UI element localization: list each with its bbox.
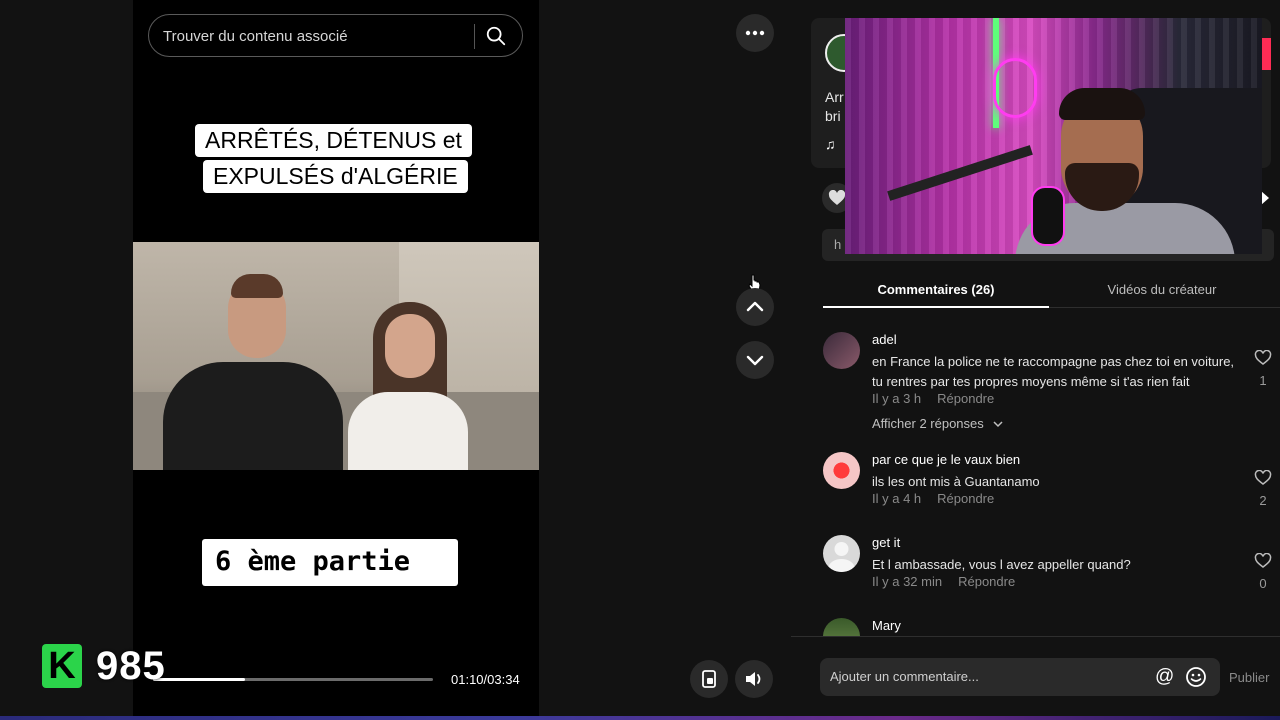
commenter-name[interactable]: get it — [872, 535, 900, 550]
comment-input[interactable]: Ajouter un commentaire... — [830, 669, 979, 684]
comment-meta: Il y a 4 h Répondre — [872, 491, 994, 506]
comment-meta: Il y a 32 min Répondre — [872, 574, 1015, 589]
volume-button[interactable] — [735, 660, 773, 698]
video-time: 01:10/03:34 — [451, 672, 520, 687]
commenter-name[interactable]: Mary — [872, 618, 901, 633]
comment-time: Il y a 32 min — [872, 574, 943, 589]
search-icon[interactable] — [485, 25, 507, 47]
comment-item: Mary — [823, 618, 1280, 636]
video-title-line-1: ARRÊTÉS, DÉTENUS et — [195, 124, 472, 157]
commenter-name[interactable]: adel — [872, 332, 897, 347]
next-video-button[interactable] — [736, 341, 774, 379]
video-player[interactable]: Trouver du contenu associé ARRÊTÉS, DÉTE… — [133, 0, 539, 720]
overlay-badge: K 985 — [42, 642, 166, 690]
chevron-down-small-icon — [993, 421, 1003, 428]
commenter-avatar[interactable] — [823, 535, 860, 572]
commenter-avatar[interactable] — [823, 618, 860, 636]
overlay-counter: 985 — [96, 643, 166, 688]
link-text: h — [834, 237, 842, 252]
heart-outline-icon — [1254, 349, 1272, 365]
commenter-avatar[interactable] — [823, 452, 860, 489]
comment-like[interactable]: 0 — [1252, 552, 1274, 591]
floating-player-icon — [702, 670, 716, 688]
like-count: 0 — [1259, 576, 1267, 591]
comment-text: Et l ambassade, vous l avez appeller qua… — [872, 557, 1131, 572]
search-divider — [474, 24, 475, 49]
commenter-name[interactable]: par ce que je le vaux bien — [872, 452, 1020, 467]
progress-fill — [153, 678, 246, 681]
heart-icon — [828, 190, 846, 205]
show-replies-label: Afficher 2 réponses — [872, 416, 984, 431]
music-note-icon[interactable]: ♫ — [825, 136, 836, 152]
composer-divider — [791, 636, 1280, 637]
chevron-down-icon — [746, 355, 764, 366]
left-gutter — [0, 0, 133, 720]
more-options-button[interactable] — [736, 14, 774, 52]
comment-item: get it Et l ambassade, vous l avez appel… — [823, 535, 1280, 595]
reply-button[interactable]: Répondre — [958, 574, 1015, 589]
speaker-icon — [746, 672, 761, 686]
emoji-icon[interactable] — [1185, 666, 1207, 688]
part-label: 6 ème partie — [202, 539, 458, 586]
mention-icon[interactable]: @ — [1155, 666, 1174, 688]
video-title-card: ARRÊTÉS, DÉTENUS et EXPULSÉS d'ALGÉRIE — [195, 124, 472, 200]
comment-time: Il y a 4 h — [872, 491, 922, 506]
reply-button[interactable]: Répondre — [937, 391, 994, 406]
search-input[interactable]: Trouver du contenu associé — [163, 28, 348, 45]
progress-bar[interactable] — [153, 678, 433, 681]
tab-creator-videos[interactable]: Vidéos du créateur — [1049, 282, 1275, 297]
heart-outline-icon — [1254, 469, 1272, 485]
taskbar-strip — [0, 716, 1280, 720]
video-frame-image — [133, 242, 539, 470]
like-count: 1 — [1259, 373, 1267, 388]
heart-outline-icon — [1254, 552, 1272, 568]
k-logo: K — [42, 644, 82, 688]
comment-text: en France la police ne te raccompagne pa… — [872, 354, 1235, 389]
publish-button[interactable]: Publier — [1229, 670, 1269, 685]
webcam-overlay — [845, 18, 1262, 254]
previous-video-button[interactable] — [736, 288, 774, 326]
comment-time: Il y a 3 h — [872, 391, 922, 406]
active-tab-indicator — [823, 306, 1049, 308]
panel-tabs: Commentaires (26) Vidéos du créateur — [823, 278, 1280, 308]
reply-button[interactable]: Répondre — [937, 491, 994, 506]
comment-like[interactable]: 2 — [1252, 469, 1274, 508]
video-title-line-2: EXPULSÉS d'ALGÉRIE — [203, 160, 468, 193]
show-replies-button[interactable]: Afficher 2 réponses — [872, 416, 1003, 431]
comment-meta: Il y a 3 h Répondre — [872, 391, 994, 406]
comment-text: ils les ont mis à Guantanamo — [872, 474, 1040, 489]
chevron-up-icon — [746, 301, 764, 312]
commenter-avatar[interactable] — [823, 332, 860, 369]
picture-in-picture-button[interactable] — [690, 660, 728, 698]
comment-item: par ce que je le vaux bien ils les ont m… — [823, 452, 1280, 512]
comment-composer[interactable]: Ajouter un commentaire... @ — [820, 658, 1220, 696]
comment-like[interactable]: 1 — [1252, 349, 1274, 388]
tab-comments[interactable]: Commentaires (26) — [823, 282, 1049, 297]
default-avatar-icon — [828, 542, 855, 572]
related-search[interactable]: Trouver du contenu associé — [148, 14, 523, 57]
like-count: 2 — [1259, 493, 1267, 508]
comment-item: adel en France la police ne te raccompag… — [823, 332, 1280, 432]
more-dots-icon — [745, 30, 765, 36]
